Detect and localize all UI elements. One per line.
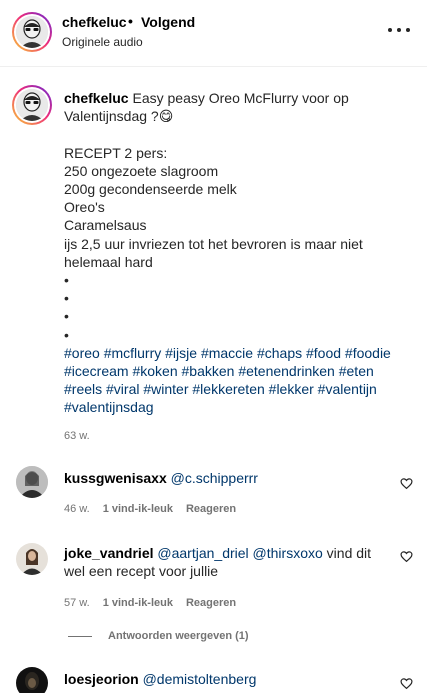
comment-meta: 57 w. 1 vind-ik-leuk Reageren bbox=[64, 597, 236, 609]
comment-text: kussgwenisaxx @c.schipperrr bbox=[64, 469, 384, 487]
caption-text: chefkeluc Easy peasy Oreo McFlurry voor … bbox=[64, 89, 404, 417]
comment-username[interactable]: joke_vandriel bbox=[64, 545, 154, 561]
caption-author-avatar[interactable] bbox=[12, 85, 52, 125]
like-heart-icon[interactable] bbox=[400, 550, 413, 563]
author-username[interactable]: chefkeluc bbox=[62, 14, 127, 30]
bullet-line: • bbox=[64, 308, 69, 325]
commenter-avatar[interactable] bbox=[16, 543, 48, 575]
comment-mention[interactable]: @aartjan_driel @thirsxoxo bbox=[157, 545, 322, 561]
view-replies-button[interactable]: Antwoorden weergeven (1) bbox=[68, 630, 249, 642]
comment-time[interactable]: 57 w. bbox=[64, 597, 90, 609]
replies-divider bbox=[68, 635, 92, 637]
recipe-line: ijs 2,5 uur invriezen tot het bevroren i… bbox=[64, 235, 367, 270]
comment-username[interactable]: kussgwenisaxx bbox=[64, 470, 167, 486]
recipe-line: 250 ongezoete slagroom bbox=[64, 162, 219, 179]
user-photo-icon bbox=[16, 667, 48, 693]
like-heart-icon[interactable] bbox=[400, 677, 413, 690]
comment-text: loesjeorion @demistoltenberg bbox=[64, 670, 384, 688]
recipe-line: Caramelsaus bbox=[64, 217, 147, 234]
hashtags[interactable]: #oreo #mcflurry #ijsje #maccie #chaps #f… bbox=[64, 344, 404, 417]
comment-text: joke_vandriel @aartjan_driel @thirsxoxo … bbox=[64, 544, 384, 580]
comment-likes[interactable]: 1 vind-ik-leuk bbox=[103, 503, 173, 515]
author-avatar[interactable] bbox=[12, 12, 52, 52]
commenter-avatar[interactable] bbox=[16, 667, 48, 693]
post-header: chefkeluc • Volgend Originele audio bbox=[0, 0, 427, 67]
separator-dot: • bbox=[128, 13, 133, 29]
recipe-line: 200g gecondenseerde melk bbox=[64, 181, 237, 198]
reply-button[interactable]: Reageren bbox=[186, 503, 236, 515]
user-photo-icon bbox=[16, 466, 48, 498]
audio-link[interactable]: Originele audio bbox=[62, 35, 143, 49]
user-photo-icon bbox=[16, 543, 48, 575]
commenter-avatar[interactable] bbox=[16, 466, 48, 498]
comment-username[interactable]: loesjeorion bbox=[64, 671, 139, 687]
chef-avatar-image bbox=[16, 89, 48, 121]
recipe-line: Oreo's bbox=[64, 199, 105, 216]
comment-time[interactable]: 46 w. bbox=[64, 503, 90, 515]
more-options-icon[interactable] bbox=[388, 22, 410, 38]
comment-mention[interactable]: @demistoltenberg bbox=[143, 671, 257, 687]
recipe-line: RECEPT 2 pers: bbox=[64, 144, 168, 161]
bullet-line: • bbox=[64, 326, 69, 343]
comment-likes[interactable]: 1 vind-ik-leuk bbox=[103, 597, 173, 609]
comment-mention[interactable]: @c.schipperrr bbox=[171, 470, 258, 486]
post-timestamp[interactable]: 63 w. bbox=[64, 430, 90, 442]
bullet-line: • bbox=[64, 272, 69, 289]
caption-username[interactable]: chefkeluc bbox=[64, 90, 129, 106]
reply-button[interactable]: Reageren bbox=[186, 597, 236, 609]
view-replies-label[interactable]: Antwoorden weergeven (1) bbox=[108, 630, 249, 642]
following-button[interactable]: Volgend bbox=[141, 14, 195, 30]
like-heart-icon[interactable] bbox=[400, 477, 413, 490]
comment-meta: 46 w. 1 vind-ik-leuk Reageren bbox=[64, 503, 236, 515]
bullet-line: • bbox=[64, 290, 69, 307]
chef-avatar-image bbox=[16, 16, 48, 48]
